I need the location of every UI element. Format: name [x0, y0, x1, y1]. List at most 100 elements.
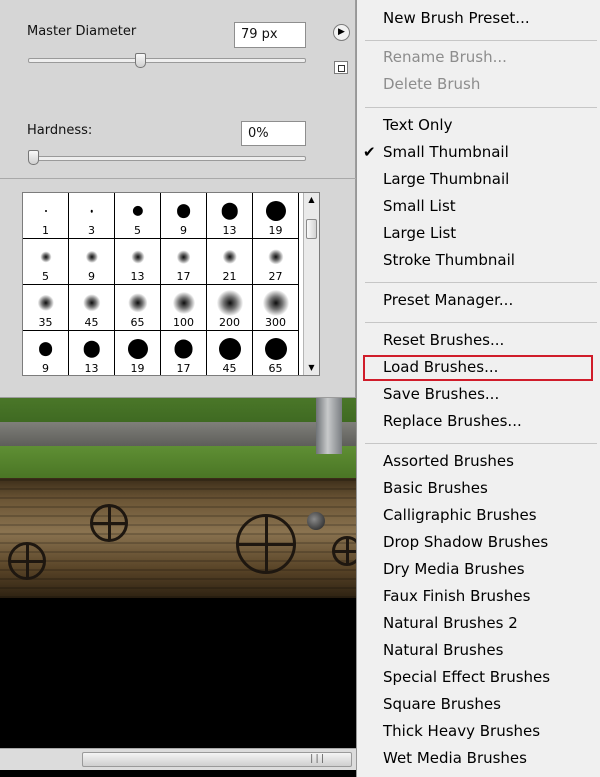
brush-list-scrollbar[interactable]: ▲ ▼	[303, 193, 319, 375]
brush-tip-icon	[262, 290, 289, 316]
menu-item-small-thumbnail[interactable]: Small Thumbnail	[383, 143, 509, 161]
brush-picker-panel: Master Diameter 79 px ▶ Hardness: 0% 135…	[0, 0, 356, 398]
hardness-slider-knob[interactable]	[28, 150, 39, 165]
brush-preset-cell[interactable]: 5	[115, 193, 161, 239]
brush-tip-icon	[221, 202, 238, 220]
canvas-scroll-thumb[interactable]: |||	[82, 752, 352, 767]
menu-item-thick-heavy-brushes[interactable]: Thick Heavy Brushes	[383, 722, 540, 740]
brush-preset-cell[interactable]: 45	[69, 285, 115, 331]
menu-item-natural-brushes[interactable]: Natural Brushes	[383, 641, 503, 659]
brush-tip-icon	[127, 338, 148, 360]
brush-size-label: 5	[134, 224, 141, 237]
scroll-down-icon[interactable]: ▼	[304, 361, 319, 375]
master-diameter-slider-knob[interactable]	[134, 53, 146, 68]
brush-size-label: 17	[176, 270, 191, 283]
brush-size-label: 35	[38, 316, 53, 329]
hardness-field[interactable]: 0%	[241, 121, 306, 146]
brush-preset-cell[interactable]: 9	[23, 331, 69, 375]
brush-preset-cell[interactable]: 21	[207, 239, 253, 285]
brush-preset-cell[interactable]: 1	[23, 193, 69, 239]
brush-tip-icon	[264, 338, 287, 360]
menu-item-dry-media-brushes[interactable]: Dry Media Brushes	[383, 560, 525, 578]
brush-preset-cell[interactable]: 13	[115, 239, 161, 285]
brush-preset-cell[interactable]: 100	[161, 285, 207, 331]
brush-size-label: 27	[268, 270, 283, 283]
brush-size-label: 9	[180, 224, 187, 237]
brush-preset-cell[interactable]: 13	[207, 193, 253, 239]
brush-preset-cell[interactable]: 9	[69, 239, 115, 285]
menu-item-preset-manager[interactable]: Preset Manager...	[383, 291, 513, 309]
menu-item-stroke-thumbnail[interactable]: Stroke Thumbnail	[383, 251, 515, 269]
menu-item-reset-brushes[interactable]: Reset Brushes...	[383, 331, 504, 349]
brush-size-label: 300	[265, 316, 286, 329]
checkmark-icon: ✔	[363, 143, 376, 161]
brush-size-label: 5	[42, 270, 49, 283]
master-diameter-slider[interactable]	[28, 58, 306, 63]
menu-item-assorted-brushes[interactable]: Assorted Brushes	[383, 452, 514, 470]
wheel-icon	[8, 542, 46, 580]
brush-preset-cell[interactable]: 19	[253, 193, 299, 239]
menu-item-drop-shadow-brushes[interactable]: Drop Shadow Brushes	[383, 533, 548, 551]
brush-preset-cell[interactable]: 65	[253, 331, 299, 375]
scroll-grip-icon: |||	[309, 754, 326, 764]
brush-preset-cell[interactable]: 13	[69, 331, 115, 375]
menu-item-special-effect-brushes[interactable]: Special Effect Brushes	[383, 668, 550, 686]
brush-preset-cell[interactable]: 17	[161, 331, 207, 375]
menu-separator	[365, 40, 597, 41]
menu-item-text-only[interactable]: Text Only	[383, 116, 452, 134]
brush-size-label: 19	[268, 224, 283, 237]
menu-separator	[365, 107, 597, 108]
brush-size-label: 1	[42, 224, 49, 237]
brush-preset-cell[interactable]: 35	[23, 285, 69, 331]
photo-post	[316, 398, 342, 454]
brush-preset-cell[interactable]: 200	[207, 285, 253, 331]
brush-list-scroll-thumb[interactable]	[306, 219, 317, 239]
hardness-label: Hardness:	[27, 123, 93, 138]
menu-item-replace-brushes[interactable]: Replace Brushes...	[383, 412, 522, 430]
brush-size-label: 65	[268, 362, 283, 375]
menu-item-large-list[interactable]: Large List	[383, 224, 456, 242]
brush-size-label: 21	[222, 270, 237, 283]
scroll-up-icon[interactable]: ▲	[304, 193, 319, 207]
menu-item-basic-brushes[interactable]: Basic Brushes	[383, 479, 488, 497]
brush-size-label: 19	[130, 362, 145, 375]
brush-preset-cell[interactable]: 27	[253, 239, 299, 285]
wheel-icon	[90, 504, 128, 542]
menu-item-save-brushes[interactable]: Save Brushes...	[383, 385, 499, 403]
brush-tip-icon	[222, 249, 237, 265]
brush-tip-icon	[218, 338, 241, 360]
brush-preset-cell[interactable]: 5	[23, 239, 69, 285]
panel-divider	[0, 178, 356, 179]
brush-preset-cell[interactable]: 19	[115, 331, 161, 375]
menu-item-calligraphic-brushes[interactable]: Calligraphic Brushes	[383, 506, 537, 524]
menu-item-faux-finish-brushes[interactable]: Faux Finish Brushes	[383, 587, 530, 605]
menu-item-wet-media-brushes[interactable]: Wet Media Brushes	[383, 749, 527, 767]
brush-preset-cell[interactable]: 17	[161, 239, 207, 285]
brush-tip-icon	[82, 294, 101, 312]
brush-tip-icon	[83, 340, 100, 358]
brush-tip-icon	[174, 339, 193, 359]
menu-separator	[365, 282, 597, 283]
menu-item-large-thumbnail[interactable]: Large Thumbnail	[383, 170, 509, 188]
brush-tip-icon	[216, 290, 243, 316]
brush-preset-cell[interactable]: 300	[253, 285, 299, 331]
brush-preset-list: 1 3 5 9 13 19 5 9 13 17 21 27 35 45 65 100 200 300 9 13 19 17…	[22, 192, 320, 376]
new-preset-icon[interactable]	[334, 61, 348, 74]
bolt-icon	[307, 512, 325, 530]
brush-size-label: 3	[88, 224, 95, 237]
brush-tip-icon	[265, 200, 286, 222]
menu-item-small-list[interactable]: Small List	[383, 197, 456, 215]
canvas-horizontal-scrollbar[interactable]: |||	[0, 748, 360, 770]
master-diameter-field[interactable]: 79 px	[234, 22, 306, 48]
menu-item-square-brushes[interactable]: Square Brushes	[383, 695, 501, 713]
brush-preset-cell[interactable]: 65	[115, 285, 161, 331]
brush-preset-cell[interactable]: 45	[207, 331, 253, 375]
brush-tip-icon	[132, 205, 143, 217]
menu-item-natural-brushes-2[interactable]: Natural Brushes 2	[383, 614, 518, 632]
menu-item-new-brush-preset[interactable]: New Brush Preset...	[383, 9, 530, 27]
brush-size-label: 17	[176, 362, 191, 375]
play-arrow-icon[interactable]: ▶	[333, 24, 350, 41]
brush-preset-cell[interactable]: 3	[69, 193, 115, 239]
brush-preset-cell[interactable]: 9	[161, 193, 207, 239]
hardness-slider[interactable]	[28, 156, 306, 161]
